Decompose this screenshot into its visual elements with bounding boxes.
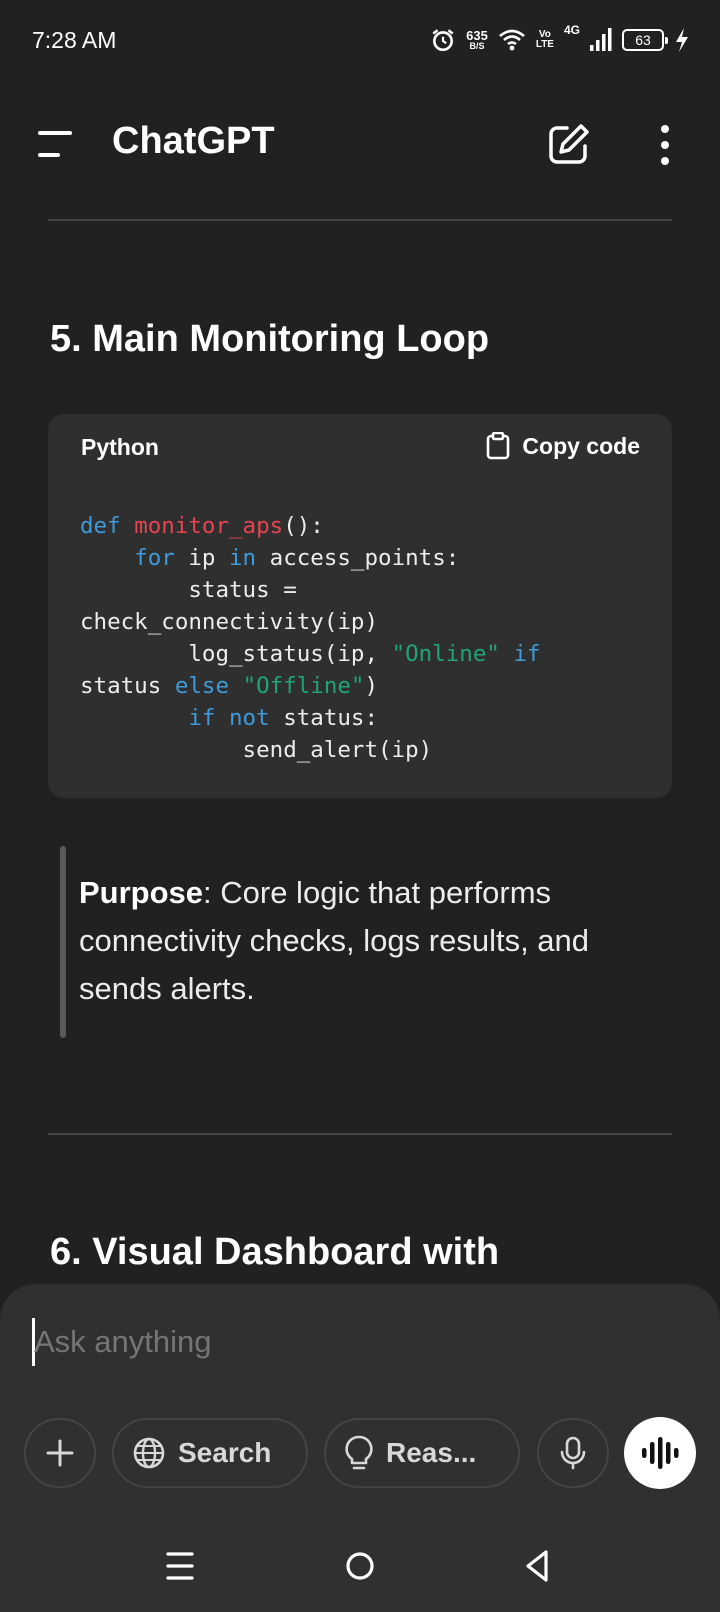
code-line: status = bbox=[80, 577, 297, 603]
network-type: 4G bbox=[563, 23, 580, 37]
divider bbox=[48, 219, 672, 221]
search-button[interactable]: Search bbox=[112, 1418, 308, 1488]
section-heading: 5. Main Monitoring Loop bbox=[50, 318, 490, 360]
code-line: log_status(ip, "Online" if bbox=[80, 641, 541, 667]
code-line: for ip in access_points: bbox=[134, 545, 460, 571]
status-bar: 7:28 AM 635 B/S Vo LTE 4G 63 bbox=[0, 0, 720, 80]
section-heading: 6. Visual Dashboard with bbox=[50, 1231, 500, 1273]
code-block: Python Copy code def monitor_aps(): for … bbox=[48, 414, 672, 798]
code-line: status else "Offline") bbox=[80, 673, 379, 699]
code-content: def monitor_aps(): for ip in access_poin… bbox=[80, 510, 541, 766]
volte-bottom: LTE bbox=[535, 39, 554, 50]
blockquote-bar bbox=[60, 846, 66, 1038]
more-icon[interactable] bbox=[648, 122, 682, 168]
mic-icon bbox=[560, 1436, 586, 1470]
voice-mode-button[interactable] bbox=[624, 1417, 696, 1489]
battery-indicator: 63 bbox=[622, 29, 668, 51]
volte-indicator: Vo LTE bbox=[536, 30, 554, 50]
home-icon[interactable] bbox=[340, 1546, 380, 1586]
app-title: ChatGPT bbox=[112, 120, 275, 162]
battery-level: 63 bbox=[635, 32, 651, 48]
charging-icon bbox=[676, 28, 688, 52]
signal-icon bbox=[590, 28, 612, 51]
search-label: Search bbox=[178, 1437, 272, 1468]
copy-code-label: Copy code bbox=[522, 432, 640, 459]
divider bbox=[48, 1133, 672, 1135]
dictate-button[interactable] bbox=[537, 1418, 609, 1488]
code-line: check_connectivity(ip) bbox=[80, 609, 379, 635]
wifi-icon bbox=[498, 29, 525, 51]
menu-icon[interactable] bbox=[34, 128, 76, 160]
clipboard-icon bbox=[487, 432, 510, 460]
status-time: 7:28 AM bbox=[32, 26, 117, 53]
code-line: if not status: bbox=[188, 705, 379, 731]
bulb-icon bbox=[345, 1435, 373, 1470]
message-input[interactable] bbox=[34, 1318, 654, 1366]
plus-icon bbox=[46, 1439, 74, 1467]
app-bar: ChatGPT bbox=[0, 100, 720, 188]
new-chat-icon[interactable] bbox=[545, 122, 591, 168]
recents-icon[interactable] bbox=[160, 1546, 200, 1586]
attach-button[interactable] bbox=[24, 1418, 96, 1488]
voice-waveform-icon bbox=[642, 1437, 679, 1469]
status-icons: 635 B/S Vo LTE 4G 63 bbox=[430, 23, 690, 53]
reason-label: Reas... bbox=[386, 1437, 477, 1468]
reason-button[interactable]: Reas... bbox=[324, 1418, 520, 1488]
code-language: Python bbox=[81, 434, 159, 460]
back-icon[interactable] bbox=[518, 1546, 558, 1586]
network-speed: 635 B/S bbox=[466, 29, 488, 51]
code-line: send_alert(ip) bbox=[80, 737, 433, 763]
purpose-label: Purpose bbox=[79, 875, 204, 910]
code-line: def monitor_aps(): bbox=[80, 513, 324, 539]
speed-unit: B/S bbox=[469, 41, 485, 51]
globe-icon bbox=[133, 1437, 165, 1469]
copy-code-button[interactable]: Copy code bbox=[486, 432, 640, 460]
alarm-icon bbox=[432, 29, 454, 52]
purpose-note: Purpose: Core logic that performs connec… bbox=[79, 869, 679, 1013]
